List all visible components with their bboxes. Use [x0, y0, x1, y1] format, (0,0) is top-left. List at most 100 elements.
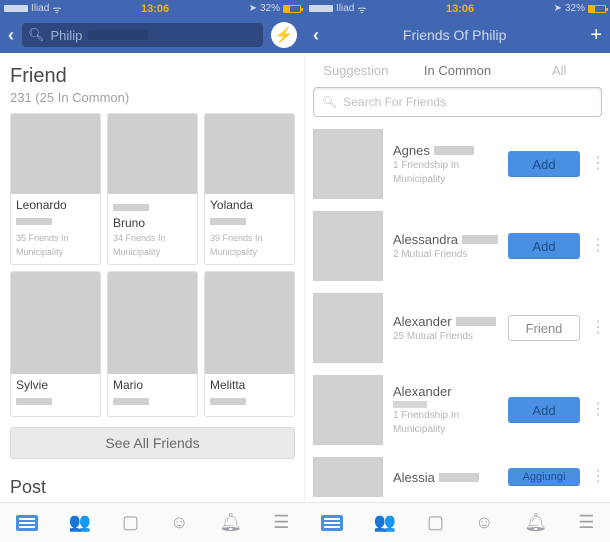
battery-icon: [588, 5, 606, 13]
friends-search-input[interactable]: 🔍︎ Search For Friends: [313, 87, 602, 117]
avatar: [313, 129, 383, 199]
more-icon[interactable]: ⋮: [590, 474, 602, 480]
more-icon[interactable]: ⋮: [590, 243, 602, 249]
tab-suggestion[interactable]: Suggestion: [305, 53, 407, 87]
plus-icon[interactable]: +: [590, 24, 602, 47]
friend-name: Alessia: [393, 470, 435, 485]
chevron-left-icon[interactable]: ‹: [313, 25, 319, 46]
redacted-text: [88, 30, 148, 40]
wifi-icon: ᯤ: [357, 2, 366, 16]
add-button[interactable]: Add: [508, 233, 580, 259]
friend-card[interactable]: Leonardo 35 Friends In Municipality: [10, 113, 101, 265]
redacted-text: [210, 218, 246, 225]
status-bar: Iliad ᯤ 13:06 ➤ 32%: [305, 0, 610, 17]
battery-percent: 32%: [565, 3, 585, 14]
friends-list: Agnes 1 Friendship In Municipality Add ⋮…: [305, 123, 610, 502]
menu-icon[interactable]: ☰: [273, 512, 289, 533]
groups-icon[interactable]: ☺: [475, 512, 493, 533]
post-section-title: Post: [10, 477, 295, 498]
friend-sub: 25 Mutual Friends: [393, 331, 498, 343]
section-title: Friend: [10, 65, 295, 88]
redacted-text: [393, 401, 427, 408]
search-icon: 🔍︎: [28, 27, 45, 43]
redacted-text: [462, 235, 498, 244]
avatar: [313, 293, 383, 363]
tabs: Suggestion In Common All: [305, 53, 610, 87]
friend-name: Bruno: [113, 216, 192, 230]
battery-icon: [283, 5, 301, 13]
clock: 13:06: [446, 3, 474, 15]
redacted-text: [16, 218, 52, 225]
avatar: [108, 114, 197, 194]
friend-name: Sylvie: [16, 378, 95, 392]
redacted-text: [456, 317, 496, 326]
carrier-label: Iliad: [336, 3, 354, 14]
friends-icon[interactable]: 👥: [69, 512, 91, 533]
wifi-icon: ᯤ: [52, 2, 61, 16]
avatar: [11, 114, 100, 194]
list-item[interactable]: Alexander 1 Friendship In Municipality A…: [305, 369, 610, 451]
friend-sub2: Municipality: [393, 424, 498, 436]
friend-sub: 2 Mutual Friends: [393, 249, 498, 261]
friends-icon[interactable]: 👥: [374, 512, 396, 533]
tab-in-common[interactable]: In Common: [407, 53, 509, 87]
friend-card[interactable]: Melitta: [204, 271, 295, 417]
menu-icon[interactable]: ☰: [578, 512, 594, 533]
status-bar: Iliad ᯤ 13:06 ➤ 32%: [0, 0, 305, 17]
friend-card[interactable]: Bruno 34 Friends In Municipality: [107, 113, 198, 265]
section-subtitle: 231 (25 In Common): [10, 90, 295, 105]
friend-sub: 34 Friends In: [113, 233, 192, 244]
video-icon[interactable]: ▢: [122, 512, 139, 533]
groups-icon[interactable]: ☺: [170, 512, 188, 533]
search-input[interactable]: 🔍︎ Philip: [22, 23, 263, 47]
friend-name: Yolanda: [210, 198, 289, 212]
list-item[interactable]: Agnes 1 Friendship In Municipality Add ⋮: [305, 123, 610, 205]
bottom-tab-bar: 👥 ▢ ☺ 🔔︎ ☰: [305, 502, 610, 542]
messenger-button[interactable]: ⚡: [271, 22, 297, 48]
more-icon[interactable]: ⋮: [590, 325, 602, 331]
add-button[interactable]: Add: [508, 151, 580, 177]
notifications-icon[interactable]: 🔔︎: [524, 512, 547, 533]
more-icon[interactable]: ⋮: [590, 407, 602, 413]
list-item[interactable]: Alexander 25 Mutual Friends Friend ⋮: [305, 287, 610, 369]
news-feed-icon[interactable]: [321, 515, 343, 531]
friend-name: Melitta: [210, 378, 289, 392]
search-icon: 🔍︎: [322, 95, 337, 109]
news-feed-icon[interactable]: [16, 515, 38, 531]
friend-card[interactable]: Mario: [107, 271, 198, 417]
friends-grid: Leonardo 35 Friends In Municipality Brun…: [10, 113, 295, 417]
redacted-text: [113, 398, 149, 405]
tab-all[interactable]: All: [508, 53, 610, 87]
friend-card[interactable]: Sylvie: [10, 271, 101, 417]
friend-sub2: Municipality: [393, 174, 498, 186]
chevron-left-icon[interactable]: ‹: [8, 25, 14, 46]
avatar: [205, 272, 294, 374]
bottom-tab-bar: 👥 ▢ ☺ 🔔︎ ☰: [0, 502, 305, 542]
add-button[interactable]: Aggiungi: [508, 468, 580, 486]
friend-name: Mario: [113, 378, 192, 392]
list-item[interactable]: Alessandra 2 Mutual Friends Add ⋮: [305, 205, 610, 287]
location-icon: ➤: [554, 3, 562, 14]
friend-card[interactable]: Yolanda 39 Friends In Municipality: [204, 113, 295, 265]
list-item[interactable]: Alessia Aggiungi ⋮: [305, 451, 610, 497]
notifications-icon[interactable]: 🔔︎: [219, 512, 242, 533]
phone-left: Iliad ᯤ 13:06 ➤ 32% ‹ 🔍︎ Philip ⚡ Friend…: [0, 0, 305, 542]
avatar: [313, 457, 383, 497]
search-placeholder: Search For Friends: [343, 95, 446, 109]
avatar: [313, 211, 383, 281]
video-icon[interactable]: ▢: [427, 512, 444, 533]
redacted-text: [113, 204, 149, 211]
profile-friends-section: Friend 231 (25 In Common) Leonardo 35 Fr…: [0, 53, 305, 502]
location-icon: ➤: [249, 3, 257, 14]
more-icon[interactable]: ⋮: [590, 161, 602, 167]
see-all-friends-button[interactable]: See All Friends: [10, 427, 295, 459]
friend-sub: 35 Friends In: [16, 233, 95, 244]
nav-bar: ‹ Friends Of Philip +: [305, 17, 610, 53]
avatar: [108, 272, 197, 374]
friend-button[interactable]: Friend: [508, 315, 580, 341]
avatar: [205, 114, 294, 194]
phone-right: Iliad ᯤ 13:06 ➤ 32% ‹ Friends Of Philip …: [305, 0, 610, 542]
add-button[interactable]: Add: [508, 397, 580, 423]
redacted-text: [16, 398, 52, 405]
friend-sub2: Municipality: [16, 247, 95, 258]
